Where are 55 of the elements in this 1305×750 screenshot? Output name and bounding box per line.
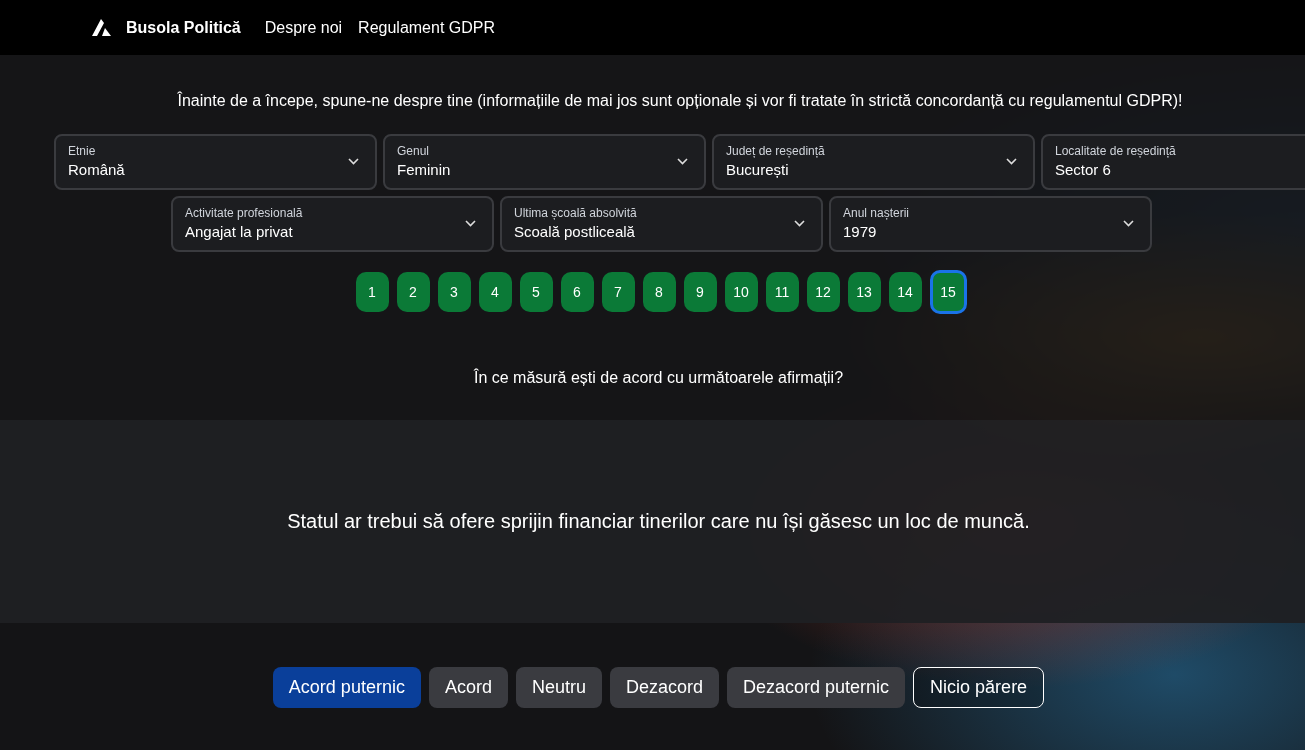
select-field[interactable]: Ultima școală absolvită Scoală postliceală (500, 196, 823, 252)
question-number-button[interactable]: 2 (396, 272, 430, 312)
field-label: Etnie (68, 145, 97, 157)
select-field[interactable]: Județ de reședință București (712, 134, 1035, 190)
field-label: Genul (397, 145, 431, 157)
answer-button[interactable]: Acord puternic (272, 667, 421, 708)
select-field[interactable]: Etnie Română (54, 134, 377, 190)
question-number-button[interactable]: 15 (929, 270, 967, 314)
question-number-button[interactable]: 6 (560, 272, 594, 312)
question-number-button[interactable]: 4 (478, 272, 512, 312)
answer-button[interactable]: Dezacord puternic (727, 667, 906, 708)
question-prompt: În ce măsură ești de acord cu următoarele afirmații? (472, 367, 845, 388)
chevron-down-icon (465, 220, 476, 227)
field-label: Județ de reședință (726, 145, 826, 157)
field-value: Sector 6 (1055, 162, 1112, 177)
answer-button[interactable]: Acord (428, 667, 508, 708)
statement-text: Statul ar trebui să ofere sprijin financiar tinerilor care nu își găsesc un loc de muncă. (286, 508, 1030, 534)
question-number-button[interactable]: 7 (601, 272, 635, 312)
field-value: Feminin (397, 162, 452, 177)
question-number-button[interactable]: 3 (437, 272, 471, 312)
question-number-button[interactable]: 8 (642, 272, 676, 312)
question-number-button[interactable]: 10 (724, 272, 758, 312)
chevron-down-icon (794, 220, 805, 227)
logo-icon (92, 19, 114, 36)
select-field[interactable]: Localitate de reședință Sector 6 (1041, 134, 1305, 190)
question-number-button[interactable]: 1 (355, 272, 389, 312)
intro-text: Înainte de a începe, spune-ne despre tine (informațiile de mai jos sunt opționale și vor fi tratate în strictă concordanță cu regulamentul GDPR)! (176, 90, 1184, 111)
select-field[interactable]: Genul Feminin (383, 134, 706, 190)
question-number-button[interactable]: 5 (519, 272, 553, 312)
nav-link[interactable]: Despre noi (264, 15, 343, 40)
select-field[interactable]: Activitate profesională Angajat la privat (171, 196, 494, 252)
chevron-down-icon (1006, 158, 1017, 165)
field-value: București (726, 162, 790, 177)
question-number-button[interactable]: 13 (847, 272, 881, 312)
question-number-button[interactable]: 11 (765, 272, 799, 312)
brand-link[interactable]: Busola Politică (126, 15, 241, 40)
field-value: 1979 (843, 224, 878, 239)
field-value: Angajat la privat (185, 224, 294, 239)
answer-button[interactable]: Dezacord (609, 667, 719, 708)
question-number-button[interactable]: 9 (683, 272, 717, 312)
nav-link[interactable]: Regulament GDPR (358, 15, 496, 40)
select-field[interactable]: Anul nașterii 1979 (829, 196, 1152, 252)
chevron-down-icon (348, 158, 359, 165)
field-label: Activitate profesională (185, 207, 304, 219)
field-label: Ultima școală absolvită (514, 207, 638, 219)
answer-button[interactable]: Neutru (515, 667, 602, 708)
question-number-button[interactable]: 12 (806, 272, 840, 312)
field-value: Română (68, 162, 126, 177)
field-label: Anul nașterii (843, 207, 911, 219)
chevron-down-icon (1123, 220, 1134, 227)
field-label: Localitate de reședință (1055, 145, 1177, 157)
field-value: Scoală postliceală (514, 224, 636, 239)
answer-button[interactable]: Nicio părere (913, 667, 1045, 708)
chevron-down-icon (677, 158, 688, 165)
question-number-button[interactable]: 14 (888, 272, 922, 312)
